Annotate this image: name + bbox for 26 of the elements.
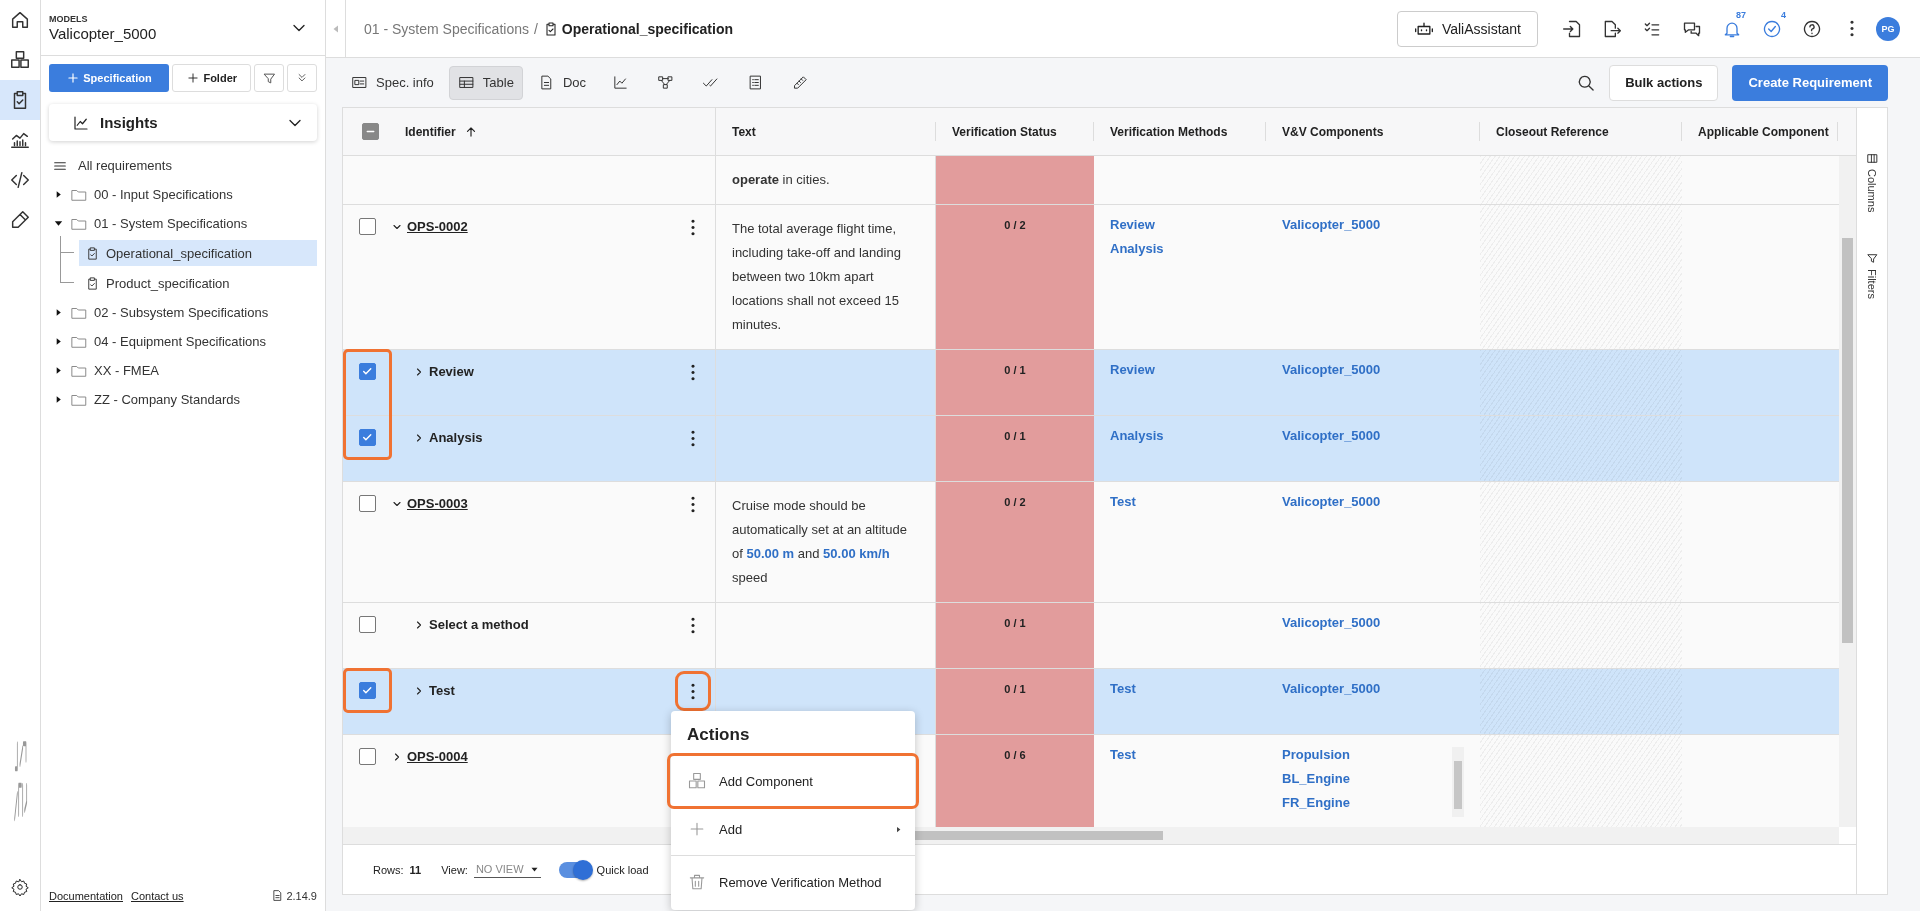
status-cell: 0 / 2 (936, 205, 1094, 349)
requirement-text: The total average flight time, including take-off and landing between two 10km apart locations shall not exceed 15 minutes. (732, 220, 902, 334)
view-value: NO VIEW (475, 863, 524, 875)
breadcrumb-separator: / (533, 20, 538, 37)
method-name: Analysis (429, 429, 484, 447)
count-label: 4 (1781, 9, 1786, 20)
method-name: Select a method (429, 616, 530, 634)
quick-load-label: Quick load (596, 863, 649, 876)
count-label: 87 (1736, 9, 1746, 20)
rows-count: 11 (409, 863, 422, 876)
status-cell: 0 / 1 (936, 350, 1094, 415)
models-label: MODELS (49, 13, 89, 24)
status-cell: 0 / 1 (936, 669, 1094, 734)
breadcrumb-current: Operational_specification (561, 20, 734, 37)
requirement-text: operate in cities. (732, 171, 831, 189)
status-cell: 0 / 1 (936, 416, 1094, 481)
version-label: 2.14.9 (286, 889, 317, 902)
view-label: View: (441, 863, 468, 876)
method-name: Review (429, 363, 475, 381)
requirement-text: Cruise mode should be automatically set at an altitude of 50.00 m and 50.00 km/h speed (732, 497, 908, 587)
status-cell: 0 / 6 (936, 735, 1094, 827)
status-cell: 0 / 2 (936, 482, 1094, 602)
model-name: Valicopter_5000 (49, 24, 158, 42)
status-cell: 0 / 1 (936, 603, 1094, 668)
rows-label: Rows: (373, 863, 404, 876)
method-name: Test (429, 682, 456, 700)
